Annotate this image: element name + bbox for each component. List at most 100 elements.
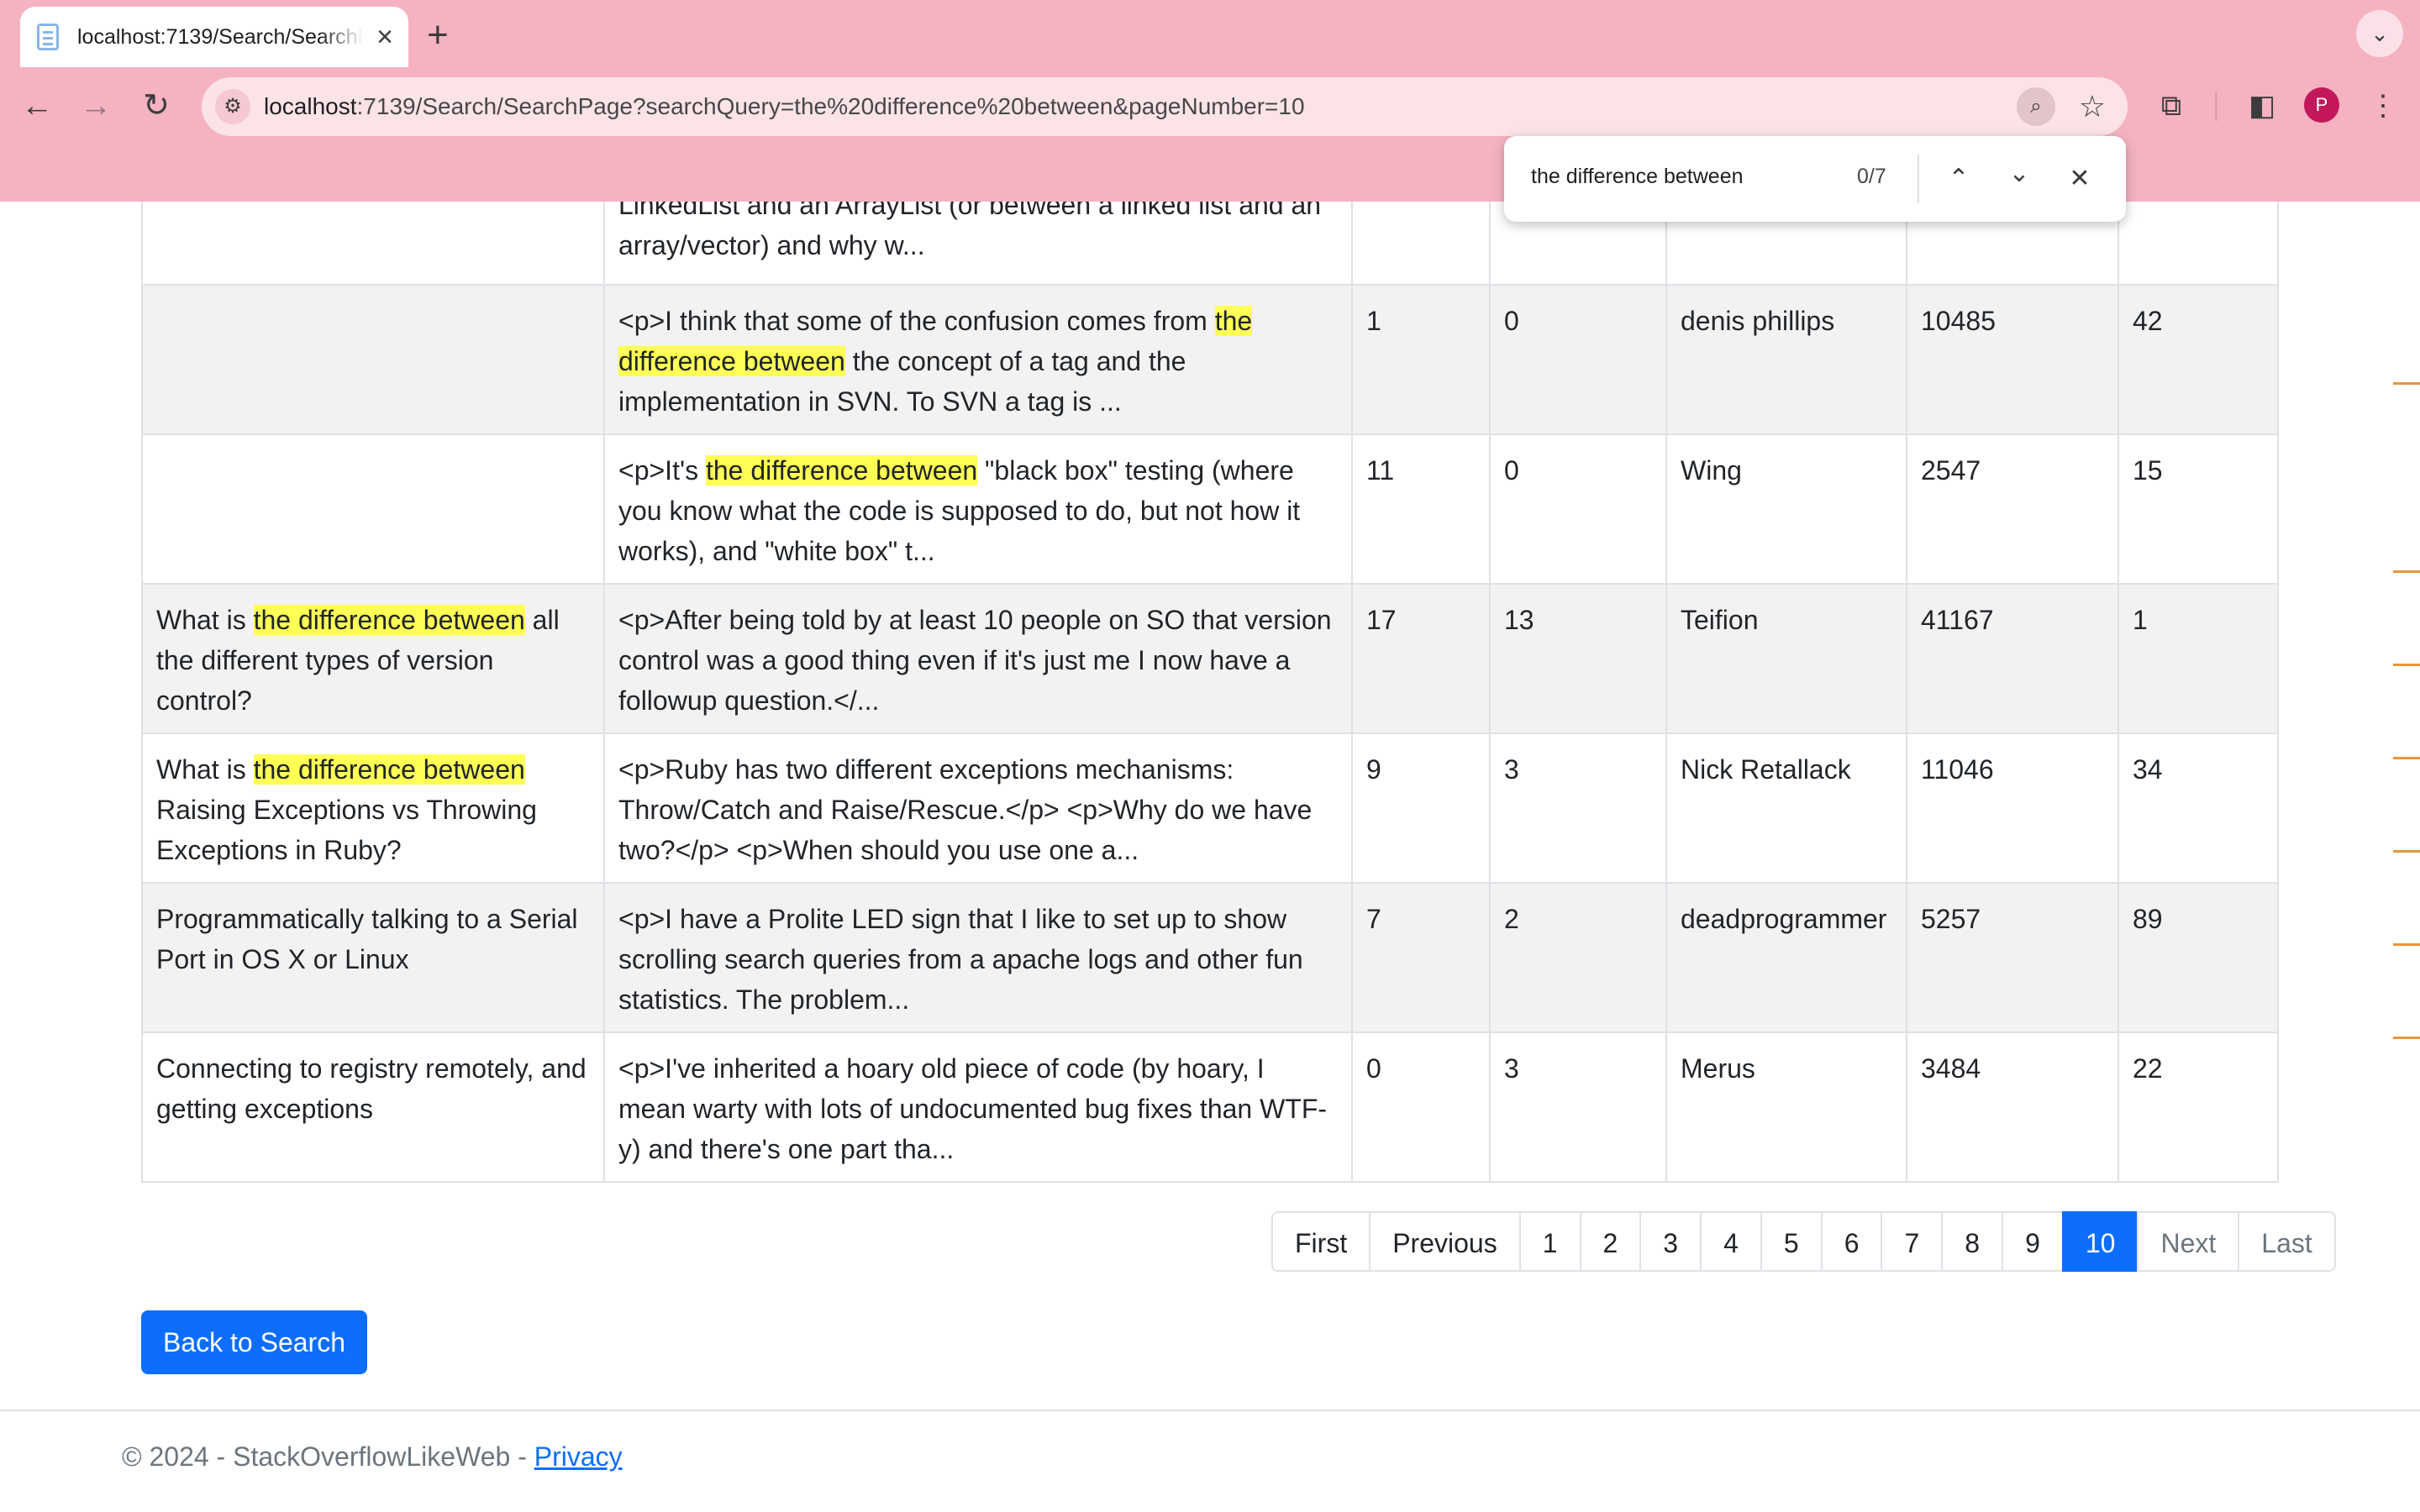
page-3[interactable]: 3 [1639, 1211, 1702, 1272]
cell-answers: 1 [1351, 284, 1491, 435]
browser-tab[interactable]: localhost:7139/Search/SearchPage × [20, 7, 408, 67]
cell-reputation: 11046 [1906, 732, 2119, 884]
reload-icon[interactable]: ↻ [133, 82, 180, 129]
cell-views: 34 [2118, 732, 2279, 884]
cell-body: <p>It's the difference between "black bo… [603, 433, 1353, 585]
scrollbar-match-marker [2393, 382, 2420, 385]
page-5[interactable]: 5 [1760, 1211, 1823, 1272]
close-tab-icon[interactable]: × [376, 20, 393, 54]
cell-answers: 9 [1351, 732, 1491, 884]
scrollbar-match-marker [2393, 943, 2420, 946]
site-settings-icon[interactable]: ⚙ [215, 89, 250, 124]
cell-reputation: 5257 [1906, 882, 2119, 1033]
cell-reputation: 10485 [1906, 284, 2119, 435]
toolbar-separator [2215, 92, 2217, 121]
cell-user: Nick Retallack [1665, 732, 1907, 884]
page-6[interactable]: 6 [1820, 1211, 1883, 1272]
find-previous-chevron-up-icon[interactable]: ⌃ [1938, 158, 1980, 200]
find-next-chevron-down-icon[interactable]: ⌄ [1998, 153, 2040, 195]
address-bar[interactable]: ⚙ localhost:7139/Search/SearchPage?searc… [202, 77, 2128, 136]
search-highlight: the difference between [253, 754, 525, 785]
page-1[interactable]: 1 [1518, 1211, 1581, 1272]
cell-views: 15 [2118, 433, 2279, 585]
footer-divider [0, 1410, 2420, 1411]
privacy-link[interactable]: Privacy [534, 1441, 623, 1472]
table-row: Connecting to registry remotely, and get… [141, 1032, 2279, 1183]
table-row: What is the difference between Raising E… [141, 732, 2279, 884]
tab-search-chevron-icon[interactable]: ⌄ [2356, 10, 2403, 57]
cell-reputation: 41167 [1906, 583, 2119, 734]
scrollbar-match-marker [2393, 1037, 2420, 1039]
page-4[interactable]: 4 [1700, 1211, 1762, 1272]
new-tab-icon[interactable]: + [427, 12, 449, 59]
find-divider [1918, 155, 1919, 203]
table-row: What is the difference between all the d… [141, 583, 2279, 734]
cell-body: <p>I've inherited a hoary old piece of c… [603, 1032, 1353, 1183]
back-arrow-icon[interactable]: ← [13, 82, 60, 129]
page-previous[interactable]: Previous [1369, 1211, 1521, 1272]
cell-answers: 17 [1351, 583, 1491, 734]
find-bar: the difference between 0/7 ⌃ ⌄ ✕ [1504, 136, 2126, 222]
side-panel-icon[interactable]: ◧ [2238, 82, 2286, 129]
cell-body: <p>I have a Prolite LED sign that I like… [603, 882, 1353, 1033]
scrollbar-match-marker [2393, 570, 2420, 573]
page-next: Next [2137, 1211, 2240, 1272]
table-row: Programmatically talking to a Serial Por… [141, 882, 2279, 1033]
cell-answers: 11 [1351, 433, 1491, 585]
forward-arrow-icon[interactable]: → [72, 82, 119, 129]
scrollbar-match-marker [2393, 850, 2420, 853]
cell-score: 0 [1489, 284, 1667, 435]
cell-answers: 7 [1351, 882, 1491, 1033]
page-2[interactable]: 2 [1579, 1211, 1642, 1272]
page-first[interactable]: First [1271, 1211, 1371, 1272]
cell-body: <p>I think that some of the confusion co… [603, 284, 1353, 435]
cell-score: 3 [1489, 1032, 1667, 1183]
url-text[interactable]: localhost:7139/Search/SearchPage?searchQ… [264, 91, 1305, 123]
cell-views: 89 [2118, 882, 2279, 1033]
page-7[interactable]: 7 [1881, 1211, 1944, 1272]
page-10-current[interactable]: 10 [2061, 1211, 2139, 1272]
tab-title: localhost:7139/Search/SearchPage [77, 24, 363, 49]
menu-kebab-icon[interactable]: ⋮ [2360, 82, 2407, 129]
find-close-icon[interactable]: ✕ [2059, 158, 2101, 200]
cell-answers [1351, 202, 1491, 286]
find-in-page-icon[interactable]: ⌕ [2017, 87, 2055, 126]
cell-title: Connecting to registry remotely, and get… [141, 1032, 605, 1183]
cell-score: 13 [1489, 583, 1667, 734]
cell-reputation: 2547 [1906, 433, 2119, 585]
cell-body: LinkedList and an ArrayList (or between … [603, 202, 1353, 286]
scrollbar-match-marker [2393, 757, 2420, 759]
results-table: LinkedList and an ArrayList (or between … [141, 202, 2279, 1183]
table-row: <p>It's the difference between "black bo… [141, 433, 2279, 585]
cell-title [141, 284, 605, 435]
pagination: First Previous 1 2 3 4 5 6 7 8 9 10 Next… [1271, 1211, 2336, 1272]
search-highlight: the difference between [705, 455, 978, 486]
find-input[interactable]: the difference between [1531, 165, 1744, 189]
page-8[interactable]: 8 [1941, 1211, 2004, 1272]
cell-views: 1 [2118, 583, 2279, 734]
cell-title: Programmatically talking to a Serial Por… [141, 882, 605, 1033]
cell-score: 3 [1489, 732, 1667, 884]
footer-copyright: © 2024 - StackOverflowLikeWeb - [122, 1441, 534, 1472]
extensions-puzzle-icon[interactable]: ⧉ [2148, 82, 2195, 129]
bookmark-star-icon[interactable]: ☆ [2079, 87, 2106, 126]
search-highlight: the difference between [253, 605, 525, 635]
cell-title [141, 433, 605, 585]
cell-score: 0 [1489, 433, 1667, 585]
page-9[interactable]: 9 [2002, 1211, 2064, 1272]
cell-body: <p>After being told by at least 10 peopl… [603, 583, 1353, 734]
cell-score: 2 [1489, 882, 1667, 1033]
back-to-search-button[interactable]: Back to Search [141, 1310, 367, 1374]
find-match-count: 0/7 [1857, 165, 1886, 188]
cell-views: 42 [2118, 284, 2279, 435]
cell-title: What is the difference between all the d… [141, 583, 605, 734]
profile-avatar[interactable]: P [2304, 87, 2339, 123]
table-row: <p>I think that some of the confusion co… [141, 284, 2279, 435]
cell-title [141, 202, 605, 286]
cell-answers: 0 [1351, 1032, 1491, 1183]
scrollbar-match-marker [2393, 664, 2420, 666]
page-favicon-icon [37, 24, 59, 50]
cell-reputation: 3484 [1906, 1032, 2119, 1183]
footer: © 2024 - StackOverflowLikeWeb - Privacy [122, 1441, 623, 1473]
cell-user: denis phillips [1665, 284, 1907, 435]
